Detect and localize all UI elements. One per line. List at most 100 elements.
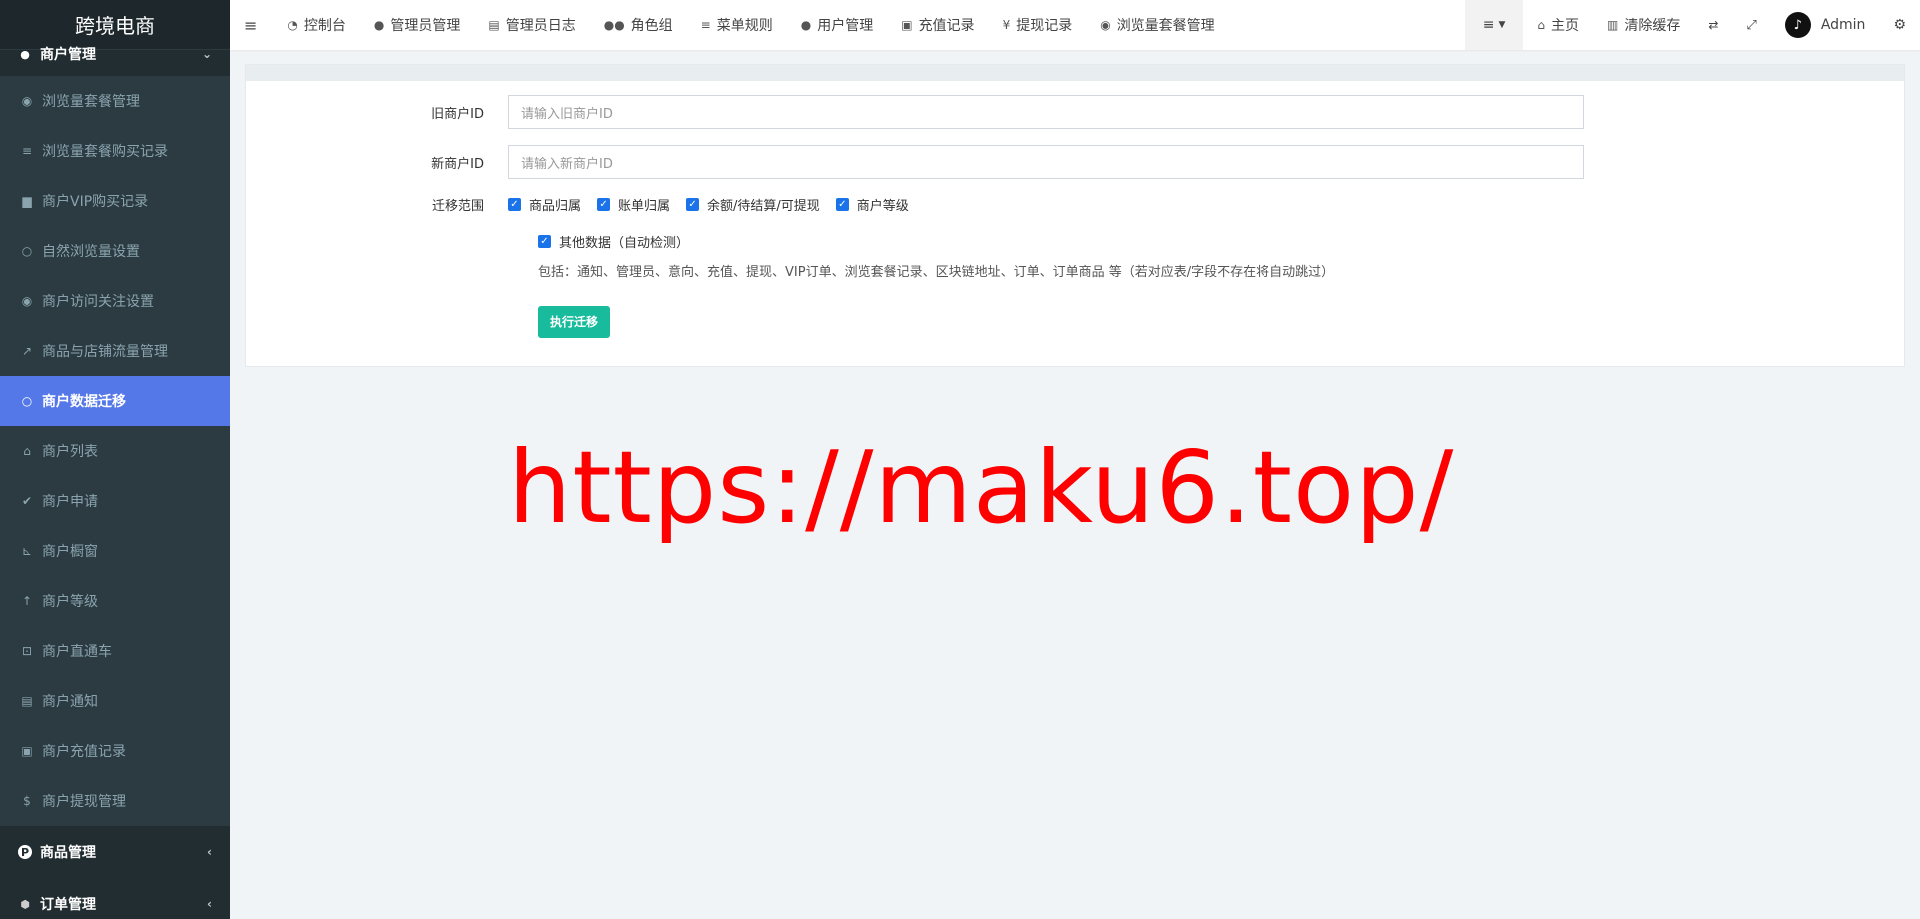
sidebar-group-orders[interactable]: ⬢ 订单管理 ‹ — [0, 878, 230, 919]
user-icon: ● — [800, 18, 812, 32]
top-nav-tab[interactable]: ●● 角色组 — [590, 0, 687, 50]
new-id-input[interactable]: 请输入新商户ID — [508, 145, 1584, 179]
circle-icon: ○ — [21, 394, 33, 408]
clear-cache-button[interactable]: ▥ 清除缓存 — [1593, 0, 1694, 50]
watermark-text: https://maku6.top/ — [508, 429, 1455, 546]
sidebar-item[interactable]: ⊾ 商户橱窗 — [0, 526, 230, 576]
gears-icon: ⚙ — [1893, 17, 1906, 33]
sidebar-group-label: 订单管理 — [40, 897, 96, 913]
language-button[interactable]: ⇄ — [1694, 0, 1732, 50]
old-id-input[interactable]: 请输入旧商户ID — [508, 95, 1584, 129]
sidebar-item[interactable]: ⌂ 商户列表 — [0, 426, 230, 476]
group-icon: ●● — [603, 18, 625, 32]
avatar: ♪ — [1784, 12, 1811, 38]
sidebar-item[interactable]: ↗ 商品与店铺流量管理 — [0, 326, 230, 376]
sidebar-item-label: 商户充值记录 — [42, 744, 126, 760]
app-logo[interactable]: 跨境电商 — [0, 0, 230, 50]
top-nav-tab[interactable]: ▣ 充值记录 — [887, 0, 988, 50]
top-nav-tab[interactable]: ● 管理员管理 — [360, 0, 474, 50]
top-nav-right: ≡ ▼ ⌂ 主页 ▥ 清除缓存 ⇄ ⤢ ♪ Admin ⚙ — [1464, 0, 1920, 50]
sidebar-item[interactable]: ✔ 商户申请 — [0, 476, 230, 526]
top-nav-tab-label: 菜单规则 — [716, 18, 773, 34]
other-data-checkbox[interactable]: ✓ 其他数据（自动检测） — [538, 232, 689, 251]
sidebar-item[interactable]: ◉ 商户访问关注设置 — [0, 276, 230, 326]
top-nav-tab[interactable]: ¥ 提现记录 — [989, 0, 1087, 50]
money-icon: ▣ — [21, 744, 33, 758]
sidebar-toggle-button[interactable]: ≡ — [230, 0, 273, 50]
top-nav-tab[interactable]: ◉ 浏览量套餐管理 — [1086, 0, 1228, 50]
main-content: 旧商户ID 请输入旧商户ID 新商户ID 请输入新商户ID 迁移范围 ✓ 商品归属… — [245, 64, 1905, 367]
top-nav-tab-label: 控制台 — [303, 18, 346, 34]
top-navbar: ≡ ◔ 控制台 ● 管理员管理 ▤ 管理员日志 ●● 角色组 ≡ 菜单规则 ● 用户管理 ▣ 充值记录 ¥ 提… — [230, 0, 1920, 50]
top-nav-tab-label: 管理员管理 — [390, 18, 461, 34]
top-nav-tab[interactable]: ▤ 管理员日志 — [474, 0, 589, 50]
yen-icon: ¥ — [1002, 18, 1011, 32]
checkbox-label: 商品归属 — [529, 199, 582, 214]
sidebar-item[interactable]: ◉ 浏览量套餐管理 — [0, 76, 230, 126]
top-nav-tab-label: 充值记录 — [918, 18, 975, 34]
sidebar-item-label: 商户直通车 — [42, 644, 112, 660]
bars-icon: ≡ — [244, 15, 258, 35]
check-circle-icon: ✔ — [21, 494, 33, 508]
execute-migration-button[interactable]: 执行迁移 — [538, 306, 611, 338]
translate-icon: ⇄ — [1708, 18, 1719, 32]
scope-row: 迁移范围 ✓ 商品归属 ✓ 账单归属 ✓ 余额/待结算/可提现 ✓ 商户等级 — [246, 195, 1904, 214]
sidebar-item[interactable]: ○ 自然浏览量设置 — [0, 226, 230, 276]
sidebar-item[interactable]: ▆ 商户VIP购买记录 — [0, 176, 230, 226]
list-icon: ≡ — [21, 144, 33, 158]
home-icon: ⌂ — [1537, 18, 1545, 32]
settings-button[interactable]: ⚙ — [1879, 0, 1920, 50]
sidebar-group-products[interactable]: P 商品管理 ‹ — [0, 826, 230, 878]
caret-down-icon: ▼ — [1498, 20, 1506, 30]
home-link[interactable]: ⌂ 主页 — [1523, 0, 1593, 50]
scope-checkbox[interactable]: ✓ 商户等级 — [835, 195, 909, 214]
migration-form: 旧商户ID 请输入旧商户ID 新商户ID 请输入新商户ID 迁移范围 ✓ 商品归属… — [246, 81, 1904, 366]
sidebar-item[interactable]: ⊡ 商户直通车 — [0, 626, 230, 676]
sidebar-item-label: 浏览量套餐购买记录 — [42, 144, 168, 160]
sidebar-item[interactable]: ▣ 商户充值记录 — [0, 726, 230, 776]
circle-icon: ○ — [21, 244, 33, 258]
top-nav-tab[interactable]: ≡ 菜单规则 — [687, 0, 787, 50]
other-data-row: ✓ 其他数据（自动检测） 包括：通知、管理员、意向、充值、提现、VIP订单、浏览… — [538, 232, 1904, 338]
menu-dropdown-button[interactable]: ≡ ▼ — [1464, 0, 1524, 50]
home-icon: ⌂ — [23, 444, 31, 458]
sidebar-item-label: 商户等级 — [42, 594, 98, 610]
sidebar-group-merchant[interactable]: ● 商户管理 ⌄ — [0, 46, 230, 63]
old-id-row: 旧商户ID 请输入旧商户ID — [246, 95, 1904, 129]
expand-icon: ⤢ — [1746, 17, 1757, 33]
scope-checkbox[interactable]: ✓ 余额/待结算/可提现 — [686, 195, 820, 214]
list-alt-icon: ▤ — [488, 18, 500, 32]
sidebar-item[interactable]: ▤ 商户通知 — [0, 676, 230, 726]
bars-icon: ≡ — [700, 18, 711, 32]
checkbox-checked-icon: ✓ — [835, 198, 849, 211]
sidebar-item-label: 商户访问关注设置 — [42, 294, 154, 310]
checkbox-label: 余额/待结算/可提现 — [707, 199, 820, 214]
help-text: 包括：通知、管理员、意向、充值、提现、VIP订单、浏览套餐记录、区块链地址、订单… — [538, 265, 1335, 280]
fullscreen-button[interactable]: ⤢ — [1732, 0, 1770, 50]
sidebar-item[interactable]: ↑ 商户等级 — [0, 576, 230, 626]
panel-header — [246, 65, 1904, 81]
sidebar-item[interactable]: $ 商户提现管理 — [0, 776, 230, 826]
scope-checkbox[interactable]: ✓ 商品归属 — [508, 195, 581, 214]
eye-icon: ◉ — [21, 94, 33, 108]
sidebar: 跨境电商 ● 商户管理 ⌄ ◉ 浏览量套餐管理 ≡ 浏览量套餐购买记录 ▆ 商户VIP购买… — [0, 0, 230, 919]
top-nav-tab[interactable]: ● 用户管理 — [787, 0, 887, 50]
dashboard-icon: ◔ — [287, 18, 298, 32]
sidebar-item-label: 商户VIP购买记录 — [42, 194, 149, 210]
sidebar-item-label: 浏览量套餐管理 — [42, 94, 140, 110]
sidebar-item[interactable]: ≡ 浏览量套餐购买记录 — [0, 126, 230, 176]
sidebar-item-label: 商户数据迁移 — [42, 394, 126, 410]
scope-checkbox[interactable]: ✓ 账单归属 — [597, 195, 670, 214]
product-hunt-icon: P — [18, 845, 32, 859]
sidebar-submenu: ◉ 浏览量套餐管理 ≡ 浏览量套餐购买记录 ▆ 商户VIP购买记录 ○ 自然浏览量设置 ◉ 商户访… — [0, 76, 230, 826]
sidebar-item-label: 自然浏览量设置 — [42, 244, 140, 260]
top-nav-tab[interactable]: ◔ 控制台 — [273, 0, 359, 50]
apple-icon: ● — [20, 47, 30, 61]
sidebar-item[interactable]: ○ 商户数据迁移 — [0, 376, 230, 426]
eye-icon: ◉ — [1100, 18, 1111, 32]
money-icon: ▣ — [901, 18, 913, 32]
checkbox-checked-icon: ✓ — [597, 198, 611, 211]
user-menu[interactable]: ♪ Admin — [1771, 0, 1880, 50]
sidebar-group-label: 商户管理 — [40, 47, 96, 63]
cart-icon: ⊾ — [21, 544, 33, 558]
